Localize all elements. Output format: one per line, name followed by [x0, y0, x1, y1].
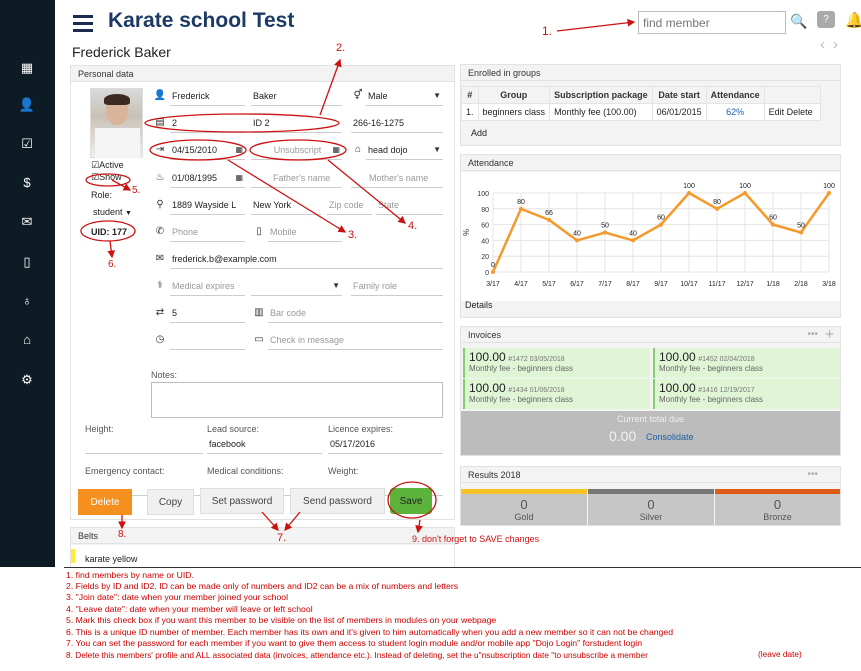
annotation-7: 7.: [277, 532, 287, 544]
annotation-9: 9. don't forget to SAVE changes: [412, 534, 540, 544]
note-line: 5. Mark this check box if you want this …: [66, 615, 497, 625]
annotation-1: 1.: [542, 24, 553, 38]
annotation-arrow: [556, 18, 636, 32]
annotation-overlay: [80, 18, 636, 534]
note-line: 8. Delete this members' profile and ALL …: [66, 650, 648, 660]
annotation-5: 5.: [132, 185, 141, 196]
annotation-8: 8.: [118, 529, 127, 540]
annotation-ellipse: [85, 173, 131, 187]
note-line: 1. find members by name or UID.: [66, 570, 194, 580]
note-line: (leave date): [758, 649, 802, 659]
annotation-arrow: [319, 58, 342, 116]
note-line: 6. This is a unique ID number of member.…: [66, 627, 674, 637]
annotation-arrow: [107, 240, 116, 259]
annotation-2: 2.: [336, 42, 346, 54]
annotation-3: 3.: [348, 229, 358, 241]
note-line: 3. "Join date": date when your member jo…: [66, 592, 289, 602]
note-line: 2. Fields by ID and ID2. ID can be made …: [66, 581, 459, 591]
annotation-ellipse: [249, 139, 347, 161]
annotation-arrow: [284, 511, 301, 531]
annotation-arrow: [415, 519, 423, 534]
annotation-6: 6.: [108, 259, 117, 270]
annotation-ellipse: [144, 113, 340, 133]
note-line: 7. You can set the password for each mem…: [66, 638, 643, 648]
annotation-ellipse: [80, 220, 136, 242]
annotation-arrow: [111, 179, 132, 191]
instructions-block: 1. find members by name or UID. 2. Field…: [64, 567, 861, 671]
annotation-arrow: [261, 511, 279, 531]
annotation-ellipse: [387, 481, 437, 519]
annotation-ellipse: [149, 139, 247, 161]
note-line: 4. "Leave date": date when your member w…: [66, 604, 313, 614]
annotation-arrow: [227, 159, 347, 233]
annotation-4: 4.: [408, 220, 418, 232]
annotation-arrow: [327, 159, 407, 224]
